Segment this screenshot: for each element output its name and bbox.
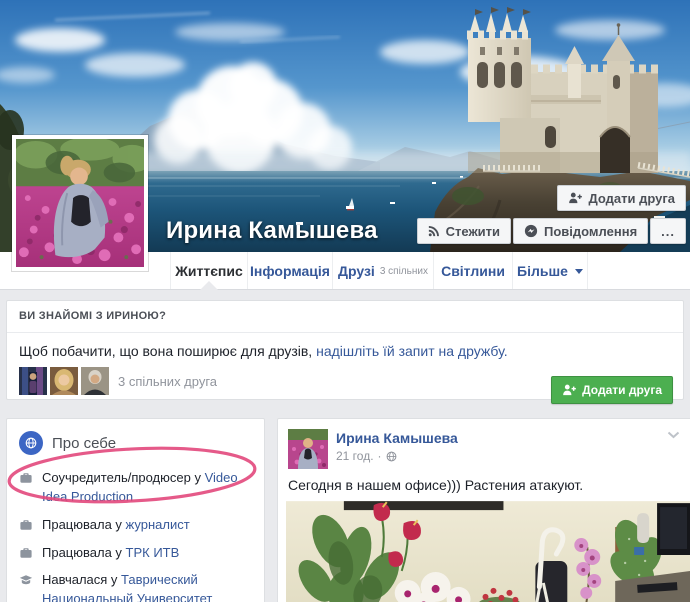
about-item-education: Навчалася у Таврический Национальный Уни… bbox=[19, 571, 252, 602]
add-friend-green-button[interactable]: Додати друга bbox=[551, 376, 673, 404]
tab-timeline[interactable]: Життєпис bbox=[170, 252, 247, 289]
profile-name: Ирина Камышева bbox=[166, 217, 378, 245]
message-label: Повідомлення bbox=[544, 224, 637, 239]
tab-friends-label: Друзі bbox=[338, 263, 375, 279]
add-friend-button[interactable]: Додати друга bbox=[557, 185, 686, 211]
follow-button[interactable]: Стежити bbox=[417, 218, 511, 244]
send-friend-request-link[interactable]: надішліть їй запит на дружбу. bbox=[316, 343, 508, 359]
briefcase-icon bbox=[19, 546, 33, 560]
add-friend-label: Додати друга bbox=[588, 191, 675, 206]
person-plus-icon bbox=[568, 192, 582, 204]
post-author-name[interactable]: Ирина Камышева bbox=[336, 430, 458, 446]
add-friend-green-label: Додати друга bbox=[582, 383, 662, 397]
message-button[interactable]: Повідомлення bbox=[513, 218, 648, 244]
about-card-title: Про себе bbox=[52, 435, 116, 452]
about-item-text: Навчалася у Таврический Национальный Уни… bbox=[42, 571, 252, 602]
tab-info[interactable]: Інформація bbox=[247, 252, 332, 289]
tab-photos-label: Світлини bbox=[441, 263, 505, 279]
workplace-link[interactable]: ТРК ИТВ bbox=[126, 545, 180, 560]
post-card: Ирина Камышева 21 год. · Сегодня в нашем… bbox=[277, 418, 690, 602]
tab-timeline-label: Життєпис bbox=[175, 263, 243, 279]
know-irina-card: ВИ ЗНАЙОМІ З ИРИНОЮ? Щоб побачити, що во… bbox=[6, 300, 684, 400]
workplace-link[interactable]: журналист bbox=[126, 517, 190, 532]
tab-photos[interactable]: Світлини bbox=[433, 252, 512, 289]
tab-friends[interactable]: Друзі 3 спільних bbox=[332, 252, 433, 289]
messenger-icon bbox=[524, 224, 538, 238]
tab-friends-note: 3 спільних bbox=[380, 266, 428, 277]
post-menu-chevron-icon[interactable] bbox=[667, 431, 680, 439]
facebook-profile-page: Ирина Камышева Додати друга Стежити bbox=[0, 0, 690, 602]
caret-down-icon bbox=[575, 269, 583, 274]
post-meta: 21 год. · bbox=[336, 449, 458, 463]
about-item-text: Соучредитель/продюсер у Video Idea Produ… bbox=[42, 469, 252, 507]
briefcase-icon bbox=[19, 471, 33, 485]
about-item-text: Працювала у ТРК ИТВ bbox=[42, 544, 179, 563]
tab-more[interactable]: Більше bbox=[512, 252, 588, 289]
about-item-text: Працювала у журналист bbox=[42, 516, 190, 535]
profile-picture[interactable] bbox=[12, 135, 148, 271]
post-timestamp[interactable]: 21 год. bbox=[336, 449, 374, 463]
graduation-cap-icon bbox=[19, 573, 33, 587]
mutual-friend-avatar[interactable] bbox=[19, 367, 47, 395]
mutual-friend-avatar[interactable] bbox=[81, 367, 109, 395]
post-author-avatar[interactable] bbox=[288, 429, 328, 469]
mutual-friends-avatars bbox=[19, 367, 109, 395]
about-item-work: Соучредитель/продюсер у Video Idea Produ… bbox=[19, 469, 252, 507]
about-card: Про себе Соучредитель/продюсер у Video I… bbox=[6, 418, 265, 602]
know-card-message: Щоб побачити, що вона поширює для друзів… bbox=[19, 343, 671, 359]
follow-label: Стежити bbox=[446, 224, 500, 239]
person-plus-icon bbox=[562, 384, 576, 396]
tab-more-label: Більше bbox=[517, 263, 568, 279]
more-options-button[interactable]: ... bbox=[650, 218, 686, 244]
tab-info-label: Інформація bbox=[250, 263, 330, 279]
about-item-work: Працювала у журналист bbox=[19, 516, 252, 535]
globe-icon bbox=[19, 431, 43, 455]
mutual-friend-avatar[interactable] bbox=[50, 367, 78, 395]
post-text: Сегодня в нашем офисе))) Растения атакую… bbox=[278, 471, 690, 493]
post-header-info: Ирина Камышева 21 год. · bbox=[336, 429, 458, 469]
profile-picture-image bbox=[16, 139, 144, 267]
know-card-header: ВИ ЗНАЙОМІ З ИРИНОЮ? bbox=[7, 301, 683, 333]
post-photo[interactable] bbox=[286, 501, 690, 602]
briefcase-icon bbox=[19, 518, 33, 532]
know-card-message-plain: Щоб побачити, що вона поширює для друзів… bbox=[19, 343, 312, 359]
rss-icon bbox=[428, 225, 440, 237]
mutual-friends-count[interactable]: 3 спільних друга bbox=[118, 374, 217, 389]
about-item-work: Працювала у ТРК ИТВ bbox=[19, 544, 252, 563]
ellipsis-icon: ... bbox=[661, 224, 675, 239]
privacy-globe-icon bbox=[386, 451, 397, 462]
